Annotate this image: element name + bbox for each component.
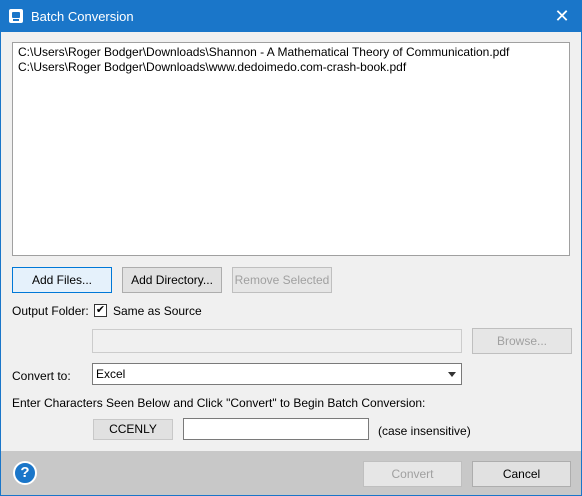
cancel-button[interactable]: Cancel bbox=[472, 461, 571, 487]
browse-button[interactable]: Browse... bbox=[472, 328, 572, 354]
file-list[interactable]: C:\Users\Roger Bodger\Downloads\Shannon … bbox=[12, 42, 570, 256]
batch-conversion-dialog: Batch Conversion ✕ C:\Users\Roger Bodger… bbox=[0, 0, 582, 496]
help-icon[interactable]: ? bbox=[13, 461, 37, 485]
captcha-instruction: Enter Characters Seen Below and Click "C… bbox=[12, 396, 426, 410]
captcha-input[interactable] bbox=[183, 418, 369, 440]
output-folder-label: Output Folder: bbox=[12, 304, 89, 318]
close-icon[interactable]: ✕ bbox=[551, 5, 573, 27]
list-item[interactable]: C:\Users\Roger Bodger\Downloads\www.dedo… bbox=[18, 60, 569, 75]
convert-button[interactable]: Convert bbox=[363, 461, 462, 487]
same-as-source-checkbox[interactable]: ✔ bbox=[94, 304, 107, 317]
convert-to-label: Convert to: bbox=[12, 369, 71, 383]
add-directory-button[interactable]: Add Directory... bbox=[122, 267, 222, 293]
captcha-hint: (case insensitive) bbox=[378, 424, 471, 438]
convert-to-select[interactable]: Excel bbox=[92, 363, 462, 385]
add-files-button[interactable]: Add Files... bbox=[12, 267, 112, 293]
dialog-footer: ? Convert Cancel bbox=[1, 451, 581, 495]
captcha-code: CCENLY bbox=[93, 419, 173, 440]
convert-to-value: Excel bbox=[96, 367, 126, 381]
title-bar: Batch Conversion ✕ bbox=[1, 1, 581, 32]
output-folder-field[interactable] bbox=[92, 329, 462, 353]
app-icon bbox=[9, 9, 23, 23]
list-item[interactable]: C:\Users\Roger Bodger\Downloads\Shannon … bbox=[18, 45, 569, 60]
same-as-source-label[interactable]: Same as Source bbox=[113, 304, 202, 318]
chevron-down-icon[interactable] bbox=[448, 372, 456, 377]
remove-selected-button[interactable]: Remove Selected bbox=[232, 267, 332, 293]
window-title: Batch Conversion bbox=[31, 9, 134, 24]
